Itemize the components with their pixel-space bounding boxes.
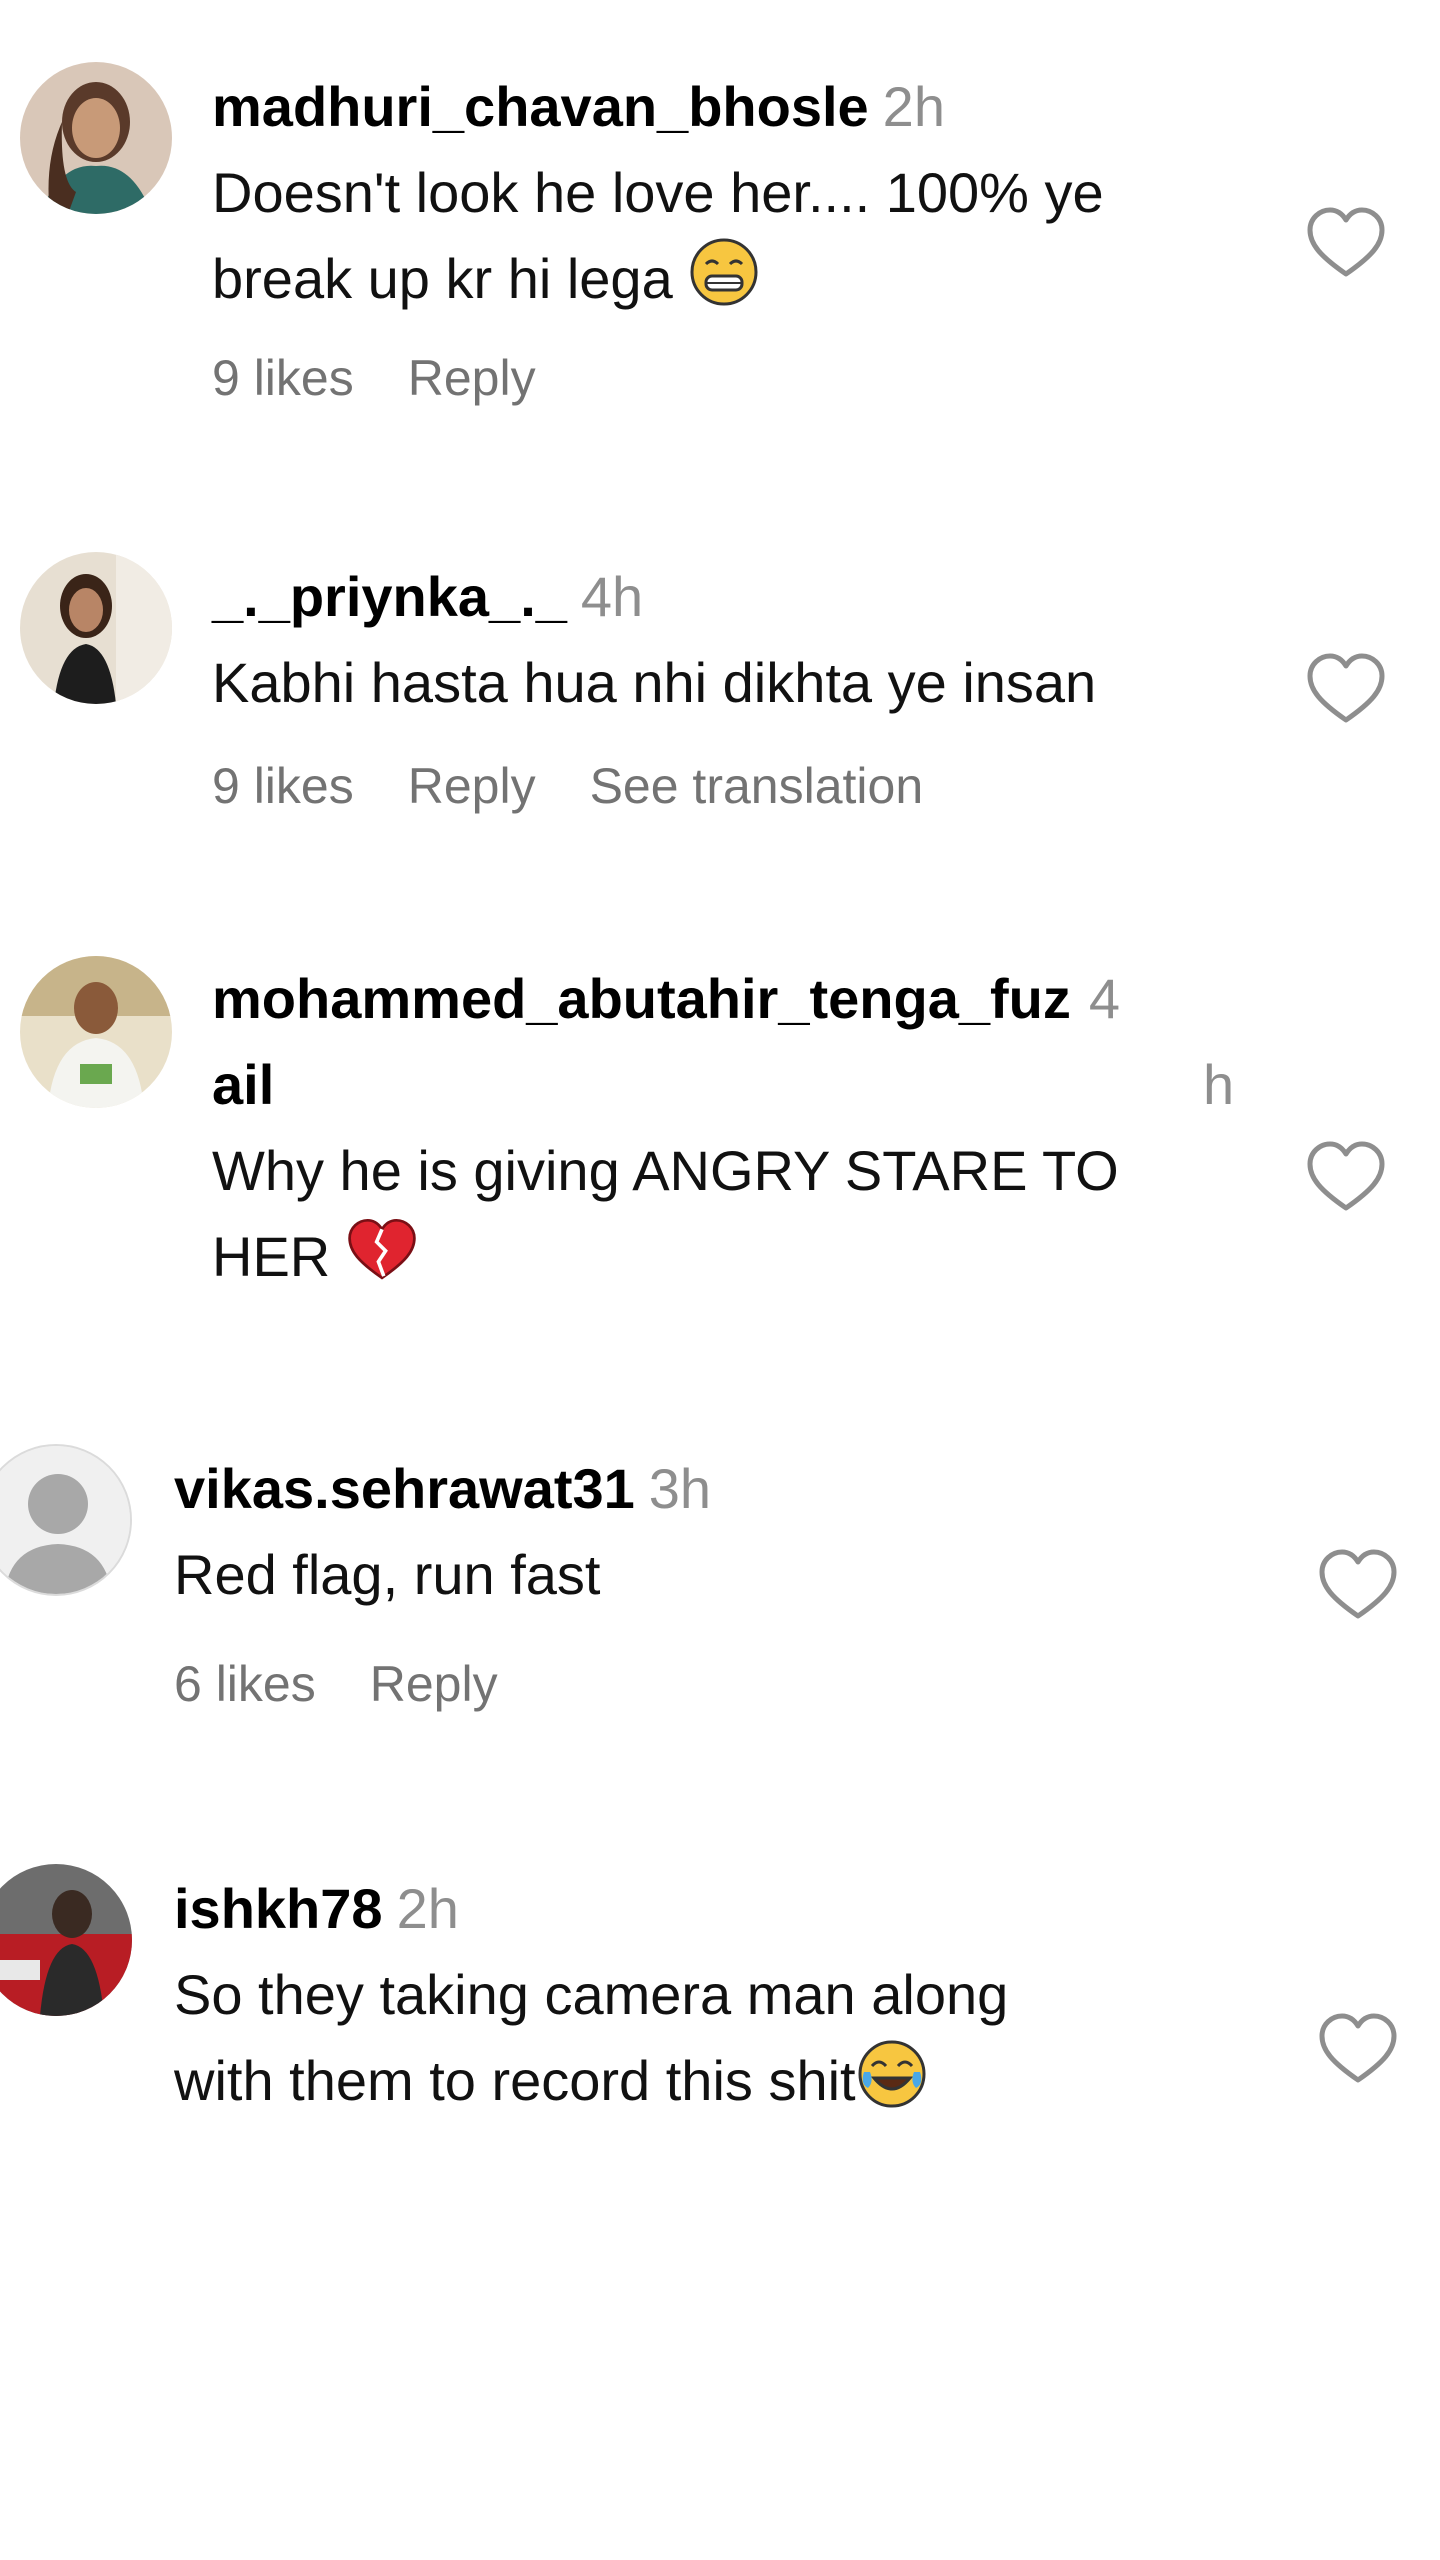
heart-outline-icon[interactable] <box>1318 1548 1398 1622</box>
comment-time: 4 <box>1088 967 1120 1030</box>
reply-button[interactable]: Reply <box>408 758 536 814</box>
see-translation-button[interactable]: See translation <box>590 758 924 814</box>
comment-meta: 6 likes Reply <box>174 1654 1254 1714</box>
username[interactable]: vikas.sehrawat31 <box>174 1457 635 1520</box>
comment-time-continued: h <box>1203 1053 1235 1116</box>
comment-header: ishkh78 2h <box>174 1866 1254 1952</box>
comment-meta: 9 likes Reply See translation <box>212 756 1292 816</box>
avatar[interactable] <box>0 1444 132 1596</box>
likes-count[interactable]: 6 likes <box>174 1656 316 1712</box>
comment-text: Kabhi hasta hua nhi dikhta ye insan <box>212 651 1097 714</box>
comment-time: 2h <box>396 1877 459 1940</box>
username[interactable]: ishkh78 <box>174 1877 383 1940</box>
comment-header: vikas.sehrawat31 3h <box>174 1446 1254 1532</box>
username-continued[interactable]: ail <box>212 1053 274 1116</box>
comment-header: _._priynka_._ 4h <box>212 554 1292 640</box>
username[interactable]: _._priynka_._ <box>212 565 567 628</box>
heart-outline-icon[interactable] <box>1318 2012 1398 2086</box>
avatar[interactable] <box>0 1864 132 2016</box>
likes-count[interactable]: 9 likes <box>212 350 354 406</box>
comment-time: 4h <box>580 565 644 628</box>
comment-header: madhuri_chavan_bhosle 2h <box>212 64 1292 150</box>
comment-meta: 9 likes Reply <box>212 348 1292 408</box>
heart-outline-icon[interactable] <box>1306 206 1386 280</box>
avatar[interactable] <box>20 956 172 1108</box>
avatar[interactable] <box>20 552 172 704</box>
comment-text: So they taking camera man along with the… <box>174 1952 1254 2124</box>
avatar[interactable] <box>20 62 172 214</box>
grimace-laugh-emoji <box>688 236 760 308</box>
broken-heart-emoji <box>346 1214 418 1286</box>
comment-text: Red flag, run fast <box>174 1543 601 1606</box>
comment-header: mohammed_abutahir_tenga_fuz 4 <box>212 956 1242 1042</box>
reply-button[interactable]: Reply <box>370 1656 498 1712</box>
comment-time: 3h <box>648 1457 712 1520</box>
comment-time: 2h <box>882 75 945 138</box>
heart-outline-icon[interactable] <box>1306 652 1386 726</box>
comment-header-wrap: ail h <box>212 1042 1242 1128</box>
comment-text: Why he is giving ANGRY STARE TO HER <box>212 1128 1242 1300</box>
username[interactable]: mohammed_abutahir_tenga_fuz <box>212 967 1071 1030</box>
username[interactable]: madhuri_chavan_bhosle <box>212 75 869 138</box>
likes-count[interactable]: 9 likes <box>212 758 354 814</box>
heart-outline-icon[interactable] <box>1306 1140 1386 1214</box>
comment-text-body: Doesn't look he love her.... 100% ye bre… <box>212 161 1104 310</box>
reply-button[interactable]: Reply <box>408 350 536 406</box>
tears-of-joy-emoji <box>856 2038 928 2110</box>
comment-text: Doesn't look he love her.... 100% ye bre… <box>212 150 1292 322</box>
